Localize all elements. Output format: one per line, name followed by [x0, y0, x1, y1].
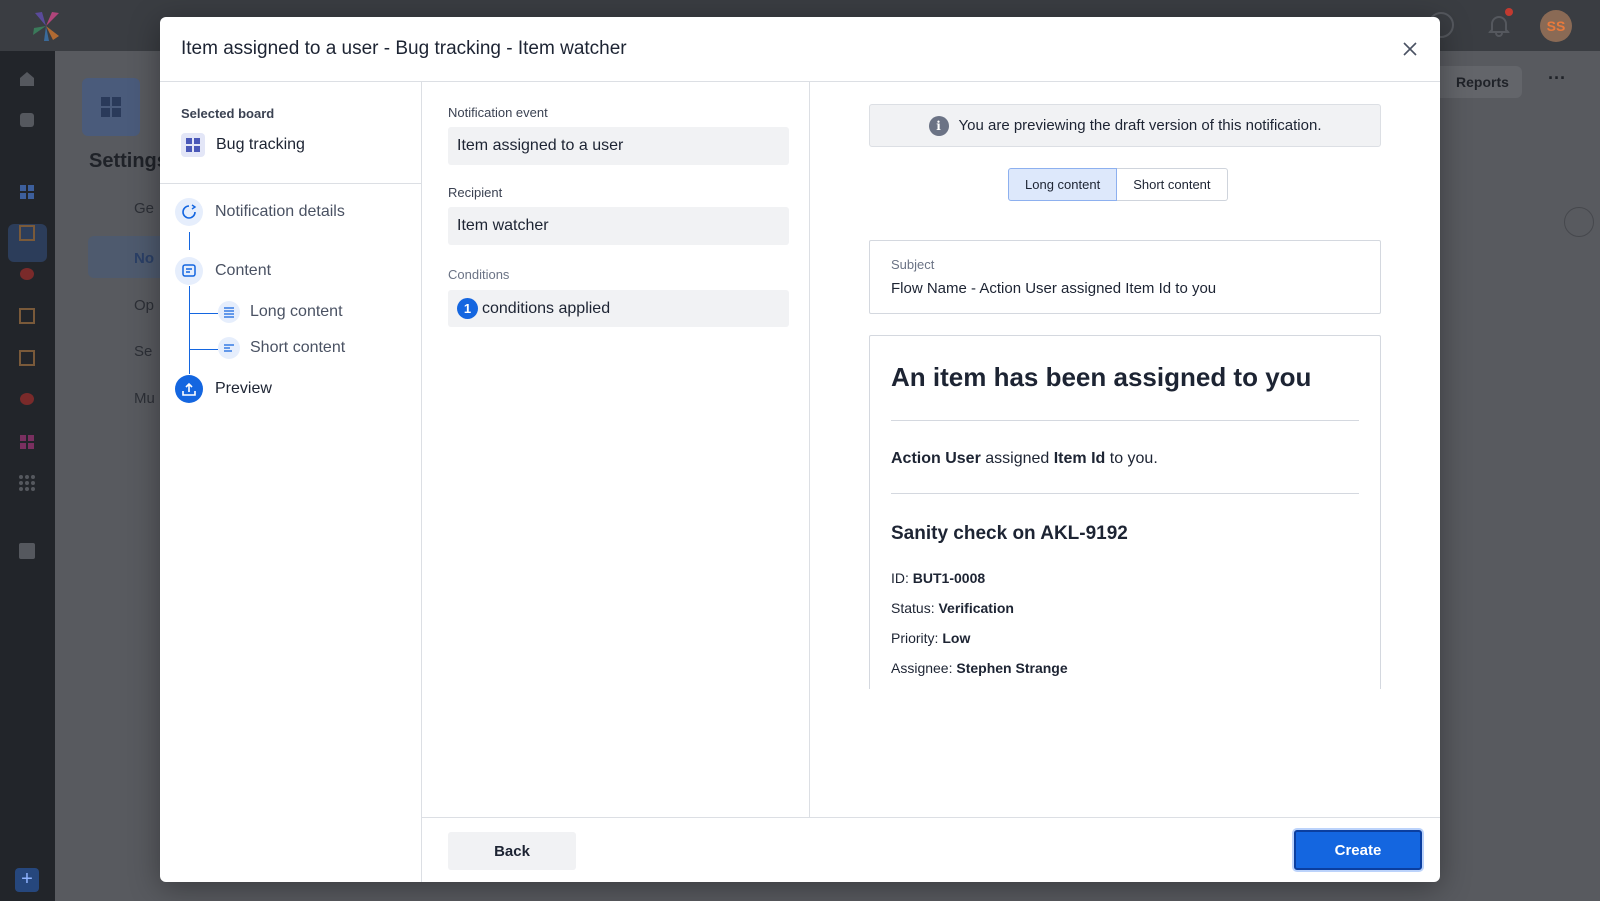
- meta-priority: Priority: Low: [891, 630, 971, 646]
- board-icon: [181, 133, 205, 157]
- flow-icon[interactable]: [16, 347, 38, 369]
- collapse-icon[interactable]: [1564, 207, 1594, 237]
- divider: [891, 493, 1359, 494]
- notification-modal: Item assigned to a user - Bug tracking -…: [160, 17, 1440, 882]
- database-icon[interactable]: [16, 388, 38, 410]
- flow-icon[interactable]: [16, 305, 38, 327]
- board-icon: [82, 78, 140, 136]
- notification-dot: [1505, 8, 1513, 16]
- selected-board-label: Selected board: [181, 106, 275, 121]
- add-icon[interactable]: +: [15, 868, 39, 892]
- notification-refresh-icon: [175, 198, 203, 226]
- modal-footer: Back Create: [422, 817, 1440, 882]
- short-content-icon: [218, 337, 240, 359]
- divider: [160, 183, 422, 184]
- upload-icon: [175, 375, 203, 403]
- nav-item-multilanguage[interactable]: Mu: [100, 390, 155, 407]
- modal-title: Item assigned to a user - Bug tracking -…: [181, 38, 627, 59]
- tasks-icon[interactable]: [16, 109, 38, 131]
- step-label: Long content: [250, 303, 343, 320]
- tab-long-content[interactable]: Long content: [1008, 168, 1118, 201]
- recipient-label: Recipient: [448, 185, 503, 200]
- nav-item-notifications[interactable]: No: [100, 250, 154, 267]
- tab-short-content[interactable]: Short content: [1117, 168, 1228, 201]
- draft-banner-text: You are previewing the draft version of …: [958, 117, 1322, 134]
- selected-board: Bug tracking: [181, 133, 305, 157]
- create-button[interactable]: Create: [1294, 830, 1422, 870]
- step-short-content[interactable]: Short content: [218, 337, 345, 359]
- step-connector: [189, 313, 218, 314]
- content-preview: An item has been assigned to you Action …: [869, 335, 1381, 689]
- avatar[interactable]: SS: [1540, 10, 1572, 42]
- meta-status: Status: Verification: [891, 600, 1014, 616]
- meta-assignee: Assignee: Stephen Strange: [891, 660, 1068, 676]
- chart-icon[interactable]: [16, 540, 38, 562]
- settings-title: Settings: [89, 150, 168, 172]
- boards-icon[interactable]: [16, 181, 38, 203]
- step-content[interactable]: Content: [175, 257, 271, 285]
- subject-label: Subject: [891, 257, 935, 272]
- step-preview[interactable]: Preview: [175, 375, 272, 403]
- steps-panel: Selected board Bug tracking Notification…: [160, 82, 422, 882]
- apps-icon[interactable]: [16, 431, 38, 453]
- content-toggle: Long content Short content: [1008, 168, 1228, 201]
- subject-box: Subject Flow Name - Action User assigned…: [869, 240, 1381, 314]
- item-title: Sanity check on AKL-9192: [891, 523, 1128, 544]
- app-sidebar: +: [0, 51, 55, 901]
- notification-event-label: Notification event: [448, 105, 548, 120]
- step-label: Notification details: [215, 203, 345, 220]
- preview-panel: i You are previewing the draft version o…: [810, 82, 1440, 817]
- step-connector: [189, 286, 190, 374]
- nav-item-options[interactable]: Op: [100, 297, 154, 314]
- preview-heading: An item has been assigned to you: [891, 362, 1312, 392]
- board-name: Bug tracking: [216, 136, 305, 153]
- content-icon: [175, 257, 203, 285]
- flow-icon[interactable]: [16, 222, 38, 244]
- step-notification-details[interactable]: Notification details: [175, 198, 345, 226]
- nav-item-general[interactable]: Ge: [100, 200, 154, 217]
- conditions-field[interactable]: 1 conditions applied: [448, 290, 789, 327]
- long-content-icon: [218, 301, 240, 323]
- conditions-text: conditions applied: [482, 299, 611, 317]
- conditions-count-badge: 1: [457, 298, 478, 319]
- conditions-label: Conditions: [448, 267, 510, 282]
- database-icon[interactable]: [16, 263, 38, 285]
- step-connector: [189, 349, 218, 350]
- notification-event-field: Item assigned to a user: [448, 127, 789, 165]
- step-label: Content: [215, 262, 272, 279]
- close-button[interactable]: [1396, 35, 1424, 63]
- subject-text: Flow Name - Action User assigned Item Id…: [891, 280, 1217, 297]
- assignment-line: Action User assigned Item Id to you.: [891, 450, 1158, 467]
- app-logo-icon: [33, 12, 59, 41]
- back-button[interactable]: Back: [448, 832, 576, 870]
- meta-id: ID: BUT1-0008: [891, 570, 986, 586]
- modal-header: Item assigned to a user - Bug tracking -…: [160, 17, 1440, 82]
- more-icon[interactable]: ···: [1539, 68, 1575, 96]
- info-icon: i: [928, 115, 949, 136]
- draft-banner: i You are previewing the draft version o…: [869, 104, 1381, 147]
- details-panel: Notification event Item assigned to a us…: [422, 82, 810, 817]
- close-icon: [1403, 42, 1417, 56]
- step-long-content[interactable]: Long content: [218, 301, 343, 323]
- grid-icon[interactable]: [16, 472, 38, 494]
- step-label: Preview: [215, 380, 272, 397]
- divider: [891, 420, 1359, 421]
- step-connector: [189, 232, 190, 250]
- home-icon[interactable]: [16, 68, 38, 90]
- recipient-field: Item watcher: [448, 207, 789, 245]
- nav-item-security[interactable]: Se: [100, 343, 152, 360]
- step-label: Short content: [250, 339, 346, 356]
